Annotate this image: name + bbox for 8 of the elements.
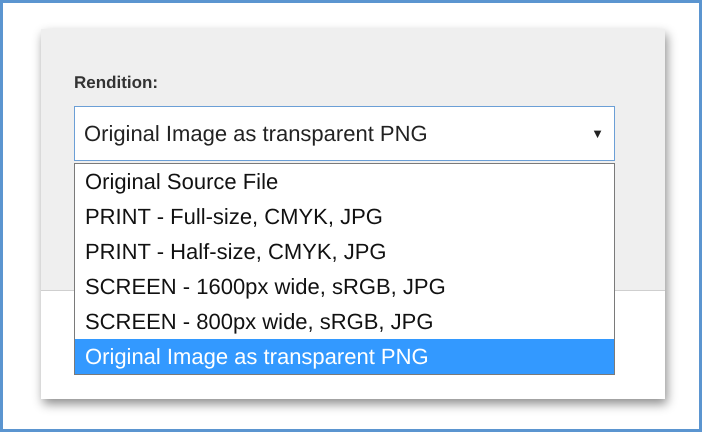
dropdown-option[interactable]: SCREEN - 800px wide, sRGB, JPG	[75, 304, 614, 339]
dropdown-option[interactable]: PRINT - Full-size, CMYK, JPG	[75, 199, 614, 234]
dropdown-option[interactable]: Original Source File	[75, 164, 614, 199]
dropdown-arrow-icon[interactable]: ▼	[591, 126, 604, 141]
dropdown-select[interactable]: Original Image as transparent PNG ▼	[74, 106, 615, 161]
dropdown-option[interactable]: PRINT - Half-size, CMYK, JPG	[75, 234, 614, 269]
dropdown-option[interactable]: SCREEN - 1600px wide, sRGB, JPG	[75, 269, 614, 304]
field-label: Rendition:	[74, 73, 160, 93]
